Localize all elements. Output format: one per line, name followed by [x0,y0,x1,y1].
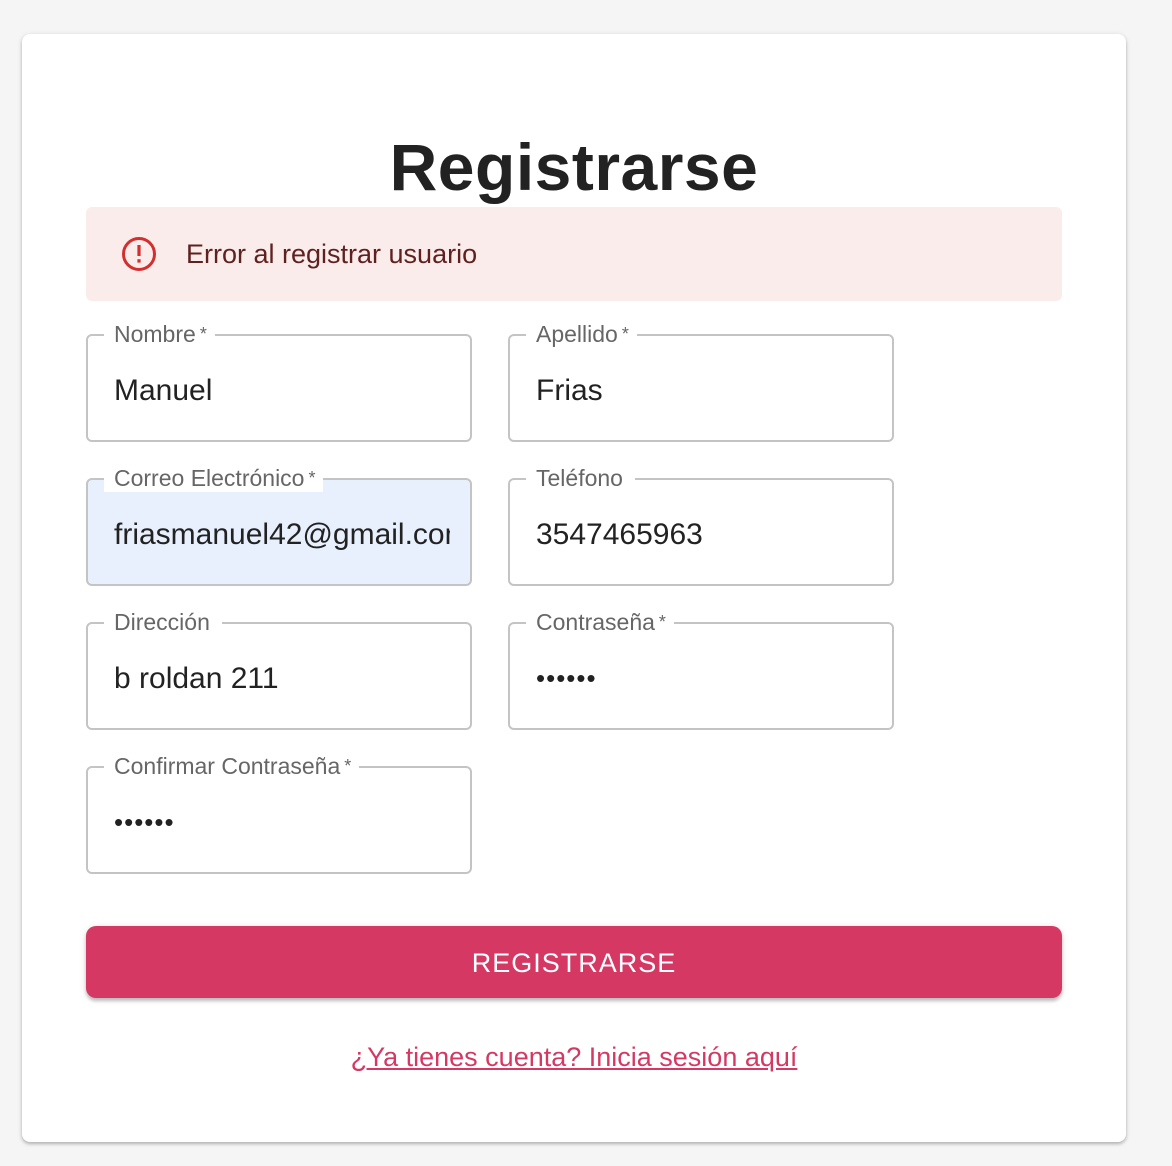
phone-label: Teléfono [526,464,635,492]
last-name-label: Apellido * [526,320,637,348]
confirm-password-label: Confirmar Contraseña * [104,752,360,780]
register-card: Registrarse Error al registrar usuario N… [22,34,1126,1142]
password-input[interactable]: •••••• [536,660,872,696]
password-field[interactable]: Contraseña * •••••• [508,608,894,730]
address-label: Dirección [104,608,222,636]
email-input[interactable]: friasmanuel42@gmail.com [114,517,450,553]
first-name-field[interactable]: Nombre * Manuel [86,320,472,442]
first-name-input[interactable]: Manuel [114,373,450,409]
error-message: Error al registrar usuario [186,239,478,269]
error-alert: Error al registrar usuario [86,207,1062,301]
last-name-field[interactable]: Apellido * Frias [508,320,894,442]
error-outline-icon [122,237,156,271]
register-button[interactable]: REGISTRARSE [86,926,1062,998]
phone-field[interactable]: Teléfono 3547465963 [508,464,894,586]
first-name-label: Nombre * [104,320,215,348]
address-field[interactable]: Dirección b roldan 211 [86,608,472,730]
password-label: Contraseña * [526,608,674,636]
email-field[interactable]: Correo Electrónico * friasmanuel42@gmail.… [86,464,472,586]
page-title: Registrarse [389,130,759,204]
last-name-input[interactable]: Frias [536,373,872,409]
email-label: Correo Electrónico * [104,464,324,492]
login-link[interactable]: ¿Ya tienes cuenta? Inicia sesión aquí [22,1040,1126,1074]
confirm-password-input[interactable]: •••••• [114,804,450,840]
address-input[interactable]: b roldan 211 [114,661,450,697]
phone-input[interactable]: 3547465963 [536,517,872,553]
confirm-password-field[interactable]: Confirmar Contraseña * •••••• [86,752,472,874]
